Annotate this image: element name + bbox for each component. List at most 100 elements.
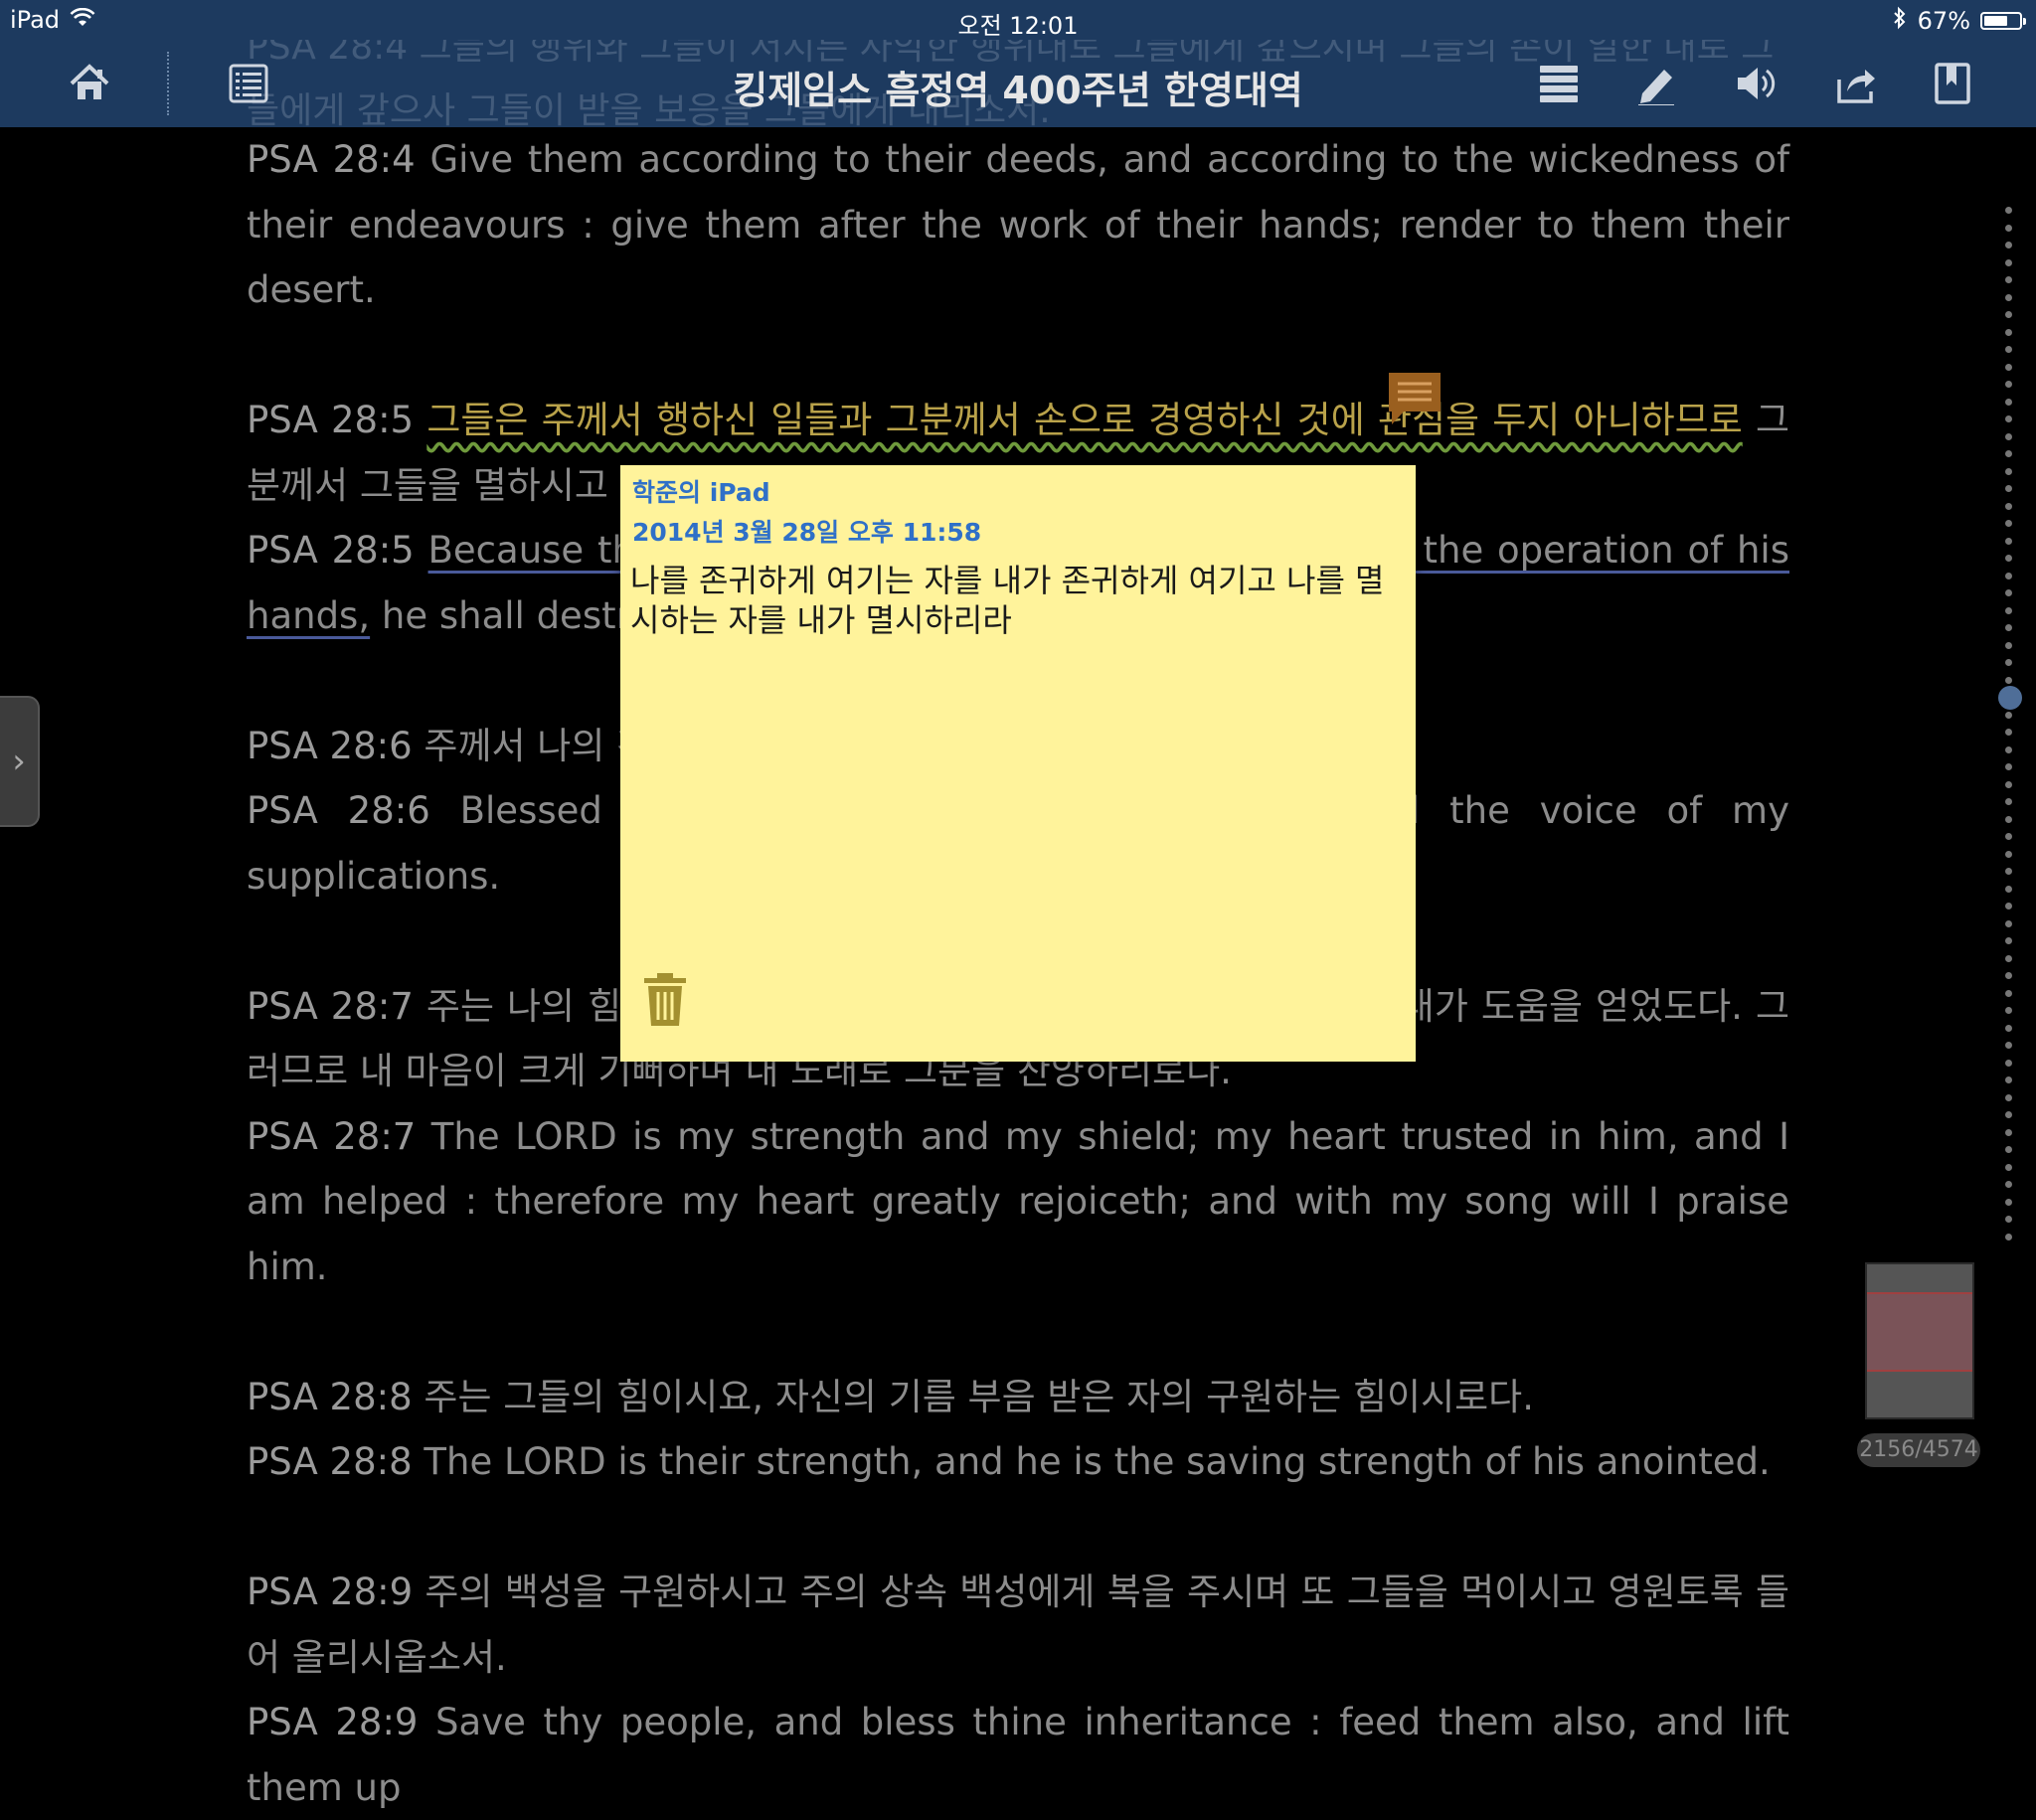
stack-icon (1540, 66, 1578, 102)
verse-gap (247, 323, 1789, 389)
verse-ref: PSA 28:7 (247, 1114, 417, 1158)
chapter-scrubber[interactable] (1998, 207, 2022, 1250)
scrubber-dot (2005, 293, 2012, 301)
battery-icon (1980, 12, 2026, 30)
verse-text: 주는 그들의 힘이시요, 자신의 기름 부음 받은 자의 구원하는 힘이시로다. (424, 1375, 1534, 1418)
verse-ref: PSA 28:9 (247, 1571, 414, 1613)
scrubber-dot (2005, 258, 2012, 266)
scrubber-thumb[interactable] (1998, 685, 2022, 710)
scrubber-dot (2005, 919, 2012, 927)
scrubber-dot (2005, 415, 2012, 422)
scrubber-dot (2005, 954, 2012, 962)
delete-note-button[interactable] (642, 972, 688, 1028)
scrubber-dot (2005, 885, 2012, 893)
scrubber-dot (2005, 1128, 2012, 1136)
speaker-icon (1738, 68, 1776, 99)
note-body[interactable]: 나를 존귀하게 여기는 자를 내가 존귀하게 여기고 나를 멸시하는 자를 내가… (630, 561, 1396, 640)
scrubber-dot (2005, 1059, 2012, 1067)
scrubber-dot (2005, 224, 2012, 232)
layout-button[interactable] (1533, 58, 1585, 109)
verse[interactable]: PSA 28:8 The LORD is their strength, and… (247, 1429, 1789, 1495)
note-device: 학준의 iPad (632, 478, 770, 507)
verse-ref: PSA 28:8 (247, 1375, 413, 1418)
verse-text: The LORD is my strength and my shield; m… (247, 1114, 1789, 1288)
verse[interactable]: PSA 28:9 Save thy people, and bless thin… (247, 1690, 1789, 1820)
scrubber-dot (2005, 589, 2012, 596)
trash-icon (644, 973, 686, 1026)
scrubber-dot (2005, 1042, 2012, 1049)
page-thumbnail[interactable] (1865, 1262, 1974, 1419)
bluetooth-icon (1892, 6, 1908, 36)
scrubber-dot (2005, 520, 2012, 527)
scrubber-dot (2005, 328, 2012, 336)
scrubber-dot (2005, 398, 2012, 406)
verse-gap (247, 1299, 1789, 1365)
scrubber-dot (2005, 1233, 2012, 1241)
page-counter: 2156/4574 (1857, 1433, 1980, 1467)
bookmark-button[interactable] (1927, 58, 1978, 109)
bookmark-icon (1935, 63, 1970, 104)
scrubber-dot (2005, 363, 2012, 371)
sidebar-toggle-button[interactable]: › (0, 696, 40, 827)
note-popup: 학준의 iPad 2014년 3월 28일 오후 11:58 나를 존귀하게 여… (620, 465, 1416, 1062)
highlight-button[interactable] (1630, 58, 1682, 109)
scrubber-dot (2005, 1111, 2012, 1118)
scrubber-dot (2005, 624, 2012, 631)
verse-ref: PSA 28:5 (247, 529, 415, 572)
scrubber-dot (2005, 555, 2012, 562)
pencil-icon (1638, 70, 1674, 105)
verse[interactable]: PSA 28:9 주의 백성을 구원하시고 주의 상속 백성에게 복을 주시며 … (247, 1560, 1789, 1690)
scrubber-dot (2005, 1146, 2012, 1153)
scrubber-dot (2005, 1024, 2012, 1032)
verse[interactable]: PSA 28:8 주는 그들의 힘이시요, 자신의 기름 부음 받은 자의 구원… (247, 1365, 1789, 1430)
scrubber-dot (2005, 242, 2012, 248)
scrubber-dot (2005, 659, 2012, 666)
scrubber-dot (2005, 868, 2012, 875)
speech-bubble-icon (1389, 373, 1441, 424)
scrubber-dot (2005, 972, 2012, 979)
scrubber-dot (2005, 676, 2012, 684)
scrubber-dot (2005, 311, 2012, 318)
note-date: 2014년 3월 28일 오후 11:58 (632, 518, 982, 547)
verse-text: Save thy people, and bless thine inherit… (247, 1701, 1789, 1809)
viewport-window (1867, 1292, 1972, 1372)
scrubber-dot (2005, 346, 2012, 353)
scrubber-dot (2005, 1216, 2012, 1223)
scrubber-dot (2005, 276, 2012, 283)
verse[interactable]: PSA 28:4 Give them according to their de… (247, 127, 1789, 323)
share-icon (1837, 70, 1875, 103)
scrubber-dot (2005, 1076, 2012, 1083)
verse-text: The LORD is their strength, and he is th… (424, 1440, 1771, 1483)
scrubber-dot (2005, 381, 2012, 388)
scrubber-dot (2005, 1198, 2012, 1206)
scrubber-dot (2005, 450, 2012, 457)
toolbar: PSA 28:4 그들의 행위와 그들이 저지른 사악한 행위대로 그들에게 갚… (0, 27, 2036, 131)
scrubber-dot (2005, 485, 2012, 492)
highlighted-text[interactable]: 그들은 주께서 행하신 일들과 그분께서 손으로 경영하신 것에 관심을 두지 … (426, 399, 1742, 441)
scrubber-dot (2005, 711, 2012, 719)
verse-ref: PSA 28:7 (247, 984, 414, 1028)
scrubber-dot (2005, 572, 2012, 579)
scrubber-dot (2005, 1093, 2012, 1101)
status-bar: iPad 오전 12:01 67% (0, 0, 2036, 40)
verse-ref: PSA 28:6 (247, 789, 430, 832)
scrubber-dot (2005, 432, 2012, 440)
scrubber-dot (2005, 937, 2012, 944)
scrubber-dot (2005, 798, 2012, 805)
verse-gap (247, 1495, 1789, 1561)
battery-percent: 67% (1917, 7, 1970, 35)
share-button[interactable] (1829, 58, 1881, 109)
chevron-right-icon: › (12, 742, 26, 781)
scrubber-dot (2005, 1163, 2012, 1171)
note-marker-button[interactable] (1386, 370, 1443, 427)
scrubber-dot (2005, 467, 2012, 475)
scrubber-dot (2005, 729, 2012, 736)
verse[interactable]: PSA 28:7 The LORD is my strength and my … (247, 1104, 1789, 1300)
clock: 오전 12:01 (957, 12, 1079, 40)
scrubber-dot (2005, 850, 2012, 858)
scrubber-dot (2005, 815, 2012, 823)
scrubber-dot (2005, 1181, 2012, 1188)
scrubber-dot (2005, 641, 2012, 649)
audio-button[interactable] (1730, 58, 1782, 109)
scrubber-dot (2005, 207, 2012, 214)
